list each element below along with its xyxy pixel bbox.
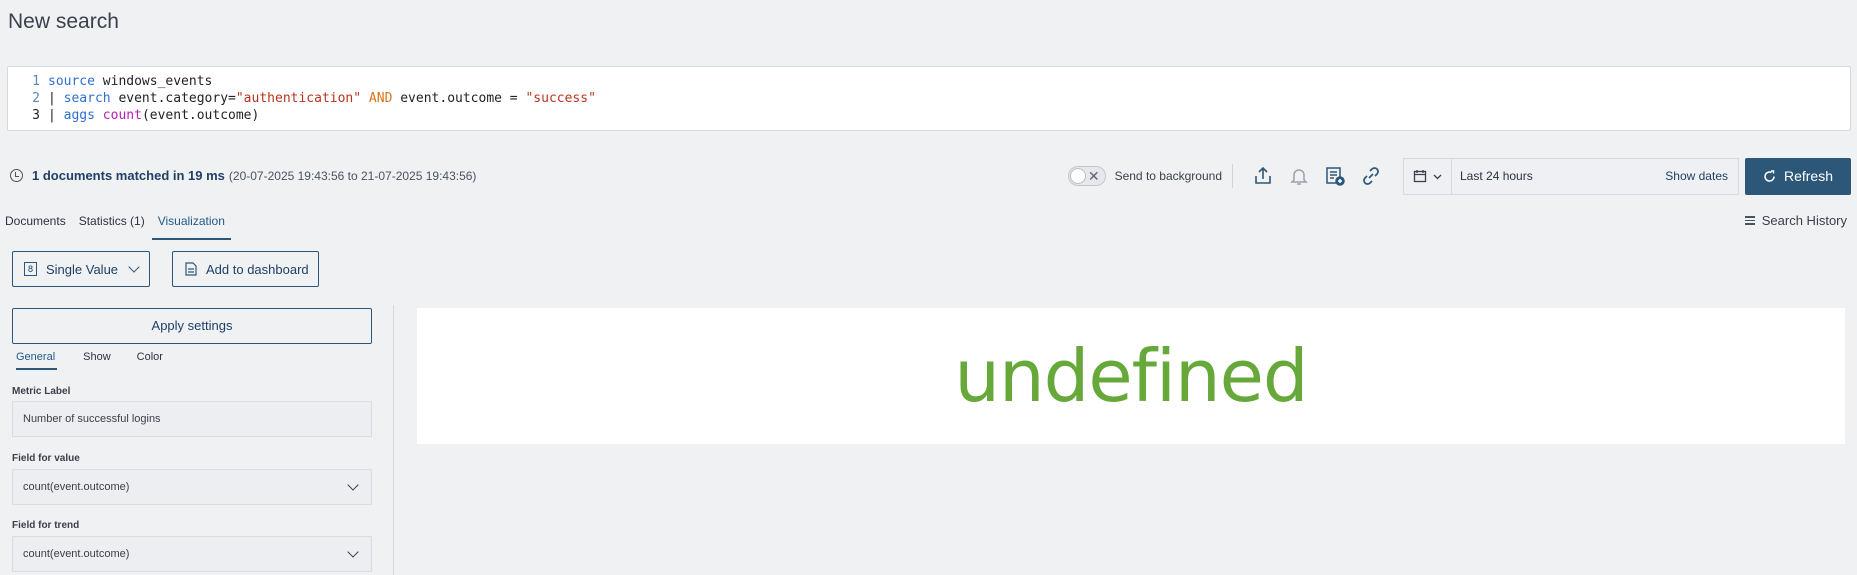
chevron-down-icon — [1433, 174, 1442, 179]
chevron-down-icon — [347, 479, 359, 491]
tab-statistics[interactable]: Statistics (1) — [79, 212, 145, 240]
show-dates-link[interactable]: Show dates — [1665, 169, 1738, 183]
trend-field-selected: count(event.outcome) — [23, 548, 130, 560]
bell-icon[interactable] — [1281, 158, 1317, 194]
refresh-button[interactable]: Refresh — [1745, 157, 1851, 195]
time-range-text: (20-07-2025 19:43:56 to 21-07-2025 19:43… — [228, 168, 477, 183]
search-toolbar: ✕ Send to background Last 24 hours Show … — [1067, 157, 1851, 195]
time-range-value[interactable]: Last 24 hours — [1452, 169, 1665, 183]
chevron-down-icon — [347, 546, 359, 558]
add-to-dashboard-button[interactable]: Add to dashboard — [172, 251, 319, 287]
code-function: count — [94, 108, 142, 123]
page-title: New search — [8, 10, 119, 33]
code-line-1: 1 source windows_events — [8, 73, 1850, 90]
metric-label-title: Metric Label — [12, 386, 71, 397]
calendar-icon — [1413, 170, 1427, 183]
matched-count: 1 documents matched in 19 ms — [32, 168, 225, 183]
panel-divider — [393, 305, 394, 575]
apply-settings-button[interactable]: Apply settings — [12, 308, 372, 344]
add-report-icon[interactable] — [1317, 158, 1353, 194]
line-number: 1 — [32, 74, 40, 89]
add-to-dashboard-label: Add to dashboard — [206, 261, 309, 277]
list-icon — [1744, 216, 1755, 225]
tab-visualization[interactable]: Visualization — [151, 212, 231, 240]
send-background-toggle[interactable]: ✕ — [1067, 166, 1106, 186]
code-operator: AND — [361, 91, 393, 106]
toggle-knob — [1069, 168, 1086, 184]
clock-icon — [10, 169, 23, 182]
single-value-panel: undefined — [417, 308, 1845, 444]
chevron-down-icon — [128, 261, 140, 273]
tab-general[interactable]: General — [16, 351, 58, 370]
document-icon — [185, 262, 197, 276]
toolbar-divider — [1232, 164, 1233, 188]
value-field-title: Field for value — [12, 453, 80, 464]
code-line-2: 2 | search event.category= "authenticati… — [8, 90, 1850, 107]
code-keyword: source — [48, 74, 95, 89]
date-picker[interactable]: Last 24 hours Show dates — [1403, 157, 1739, 195]
close-icon: ✕ — [1087, 168, 1100, 184]
send-background-label: Send to background — [1114, 169, 1222, 183]
tab-color[interactable]: Color — [137, 351, 163, 370]
metric-label-input[interactable]: Number of successful logins — [12, 401, 372, 437]
code-text: event.category= — [110, 91, 236, 106]
code-string: "authentication" — [235, 91, 362, 106]
value-field-select[interactable]: count(event.outcome) — [12, 469, 372, 505]
trend-field-select[interactable]: count(event.outcome) — [12, 536, 372, 572]
code-line-3: 3 | aggs count (event.outcome) — [8, 107, 1850, 124]
line-number: 2 — [32, 91, 40, 106]
search-history-button[interactable]: Search History — [1744, 213, 1847, 228]
code-text: windows_events — [94, 74, 213, 89]
single-value-icon: 8 — [24, 262, 37, 276]
visualization-type-dropdown[interactable]: 8 Single Value — [12, 251, 150, 287]
code-string: "success" — [525, 91, 596, 106]
value-field-selected: count(event.outcome) — [23, 481, 130, 493]
link-icon[interactable] — [1353, 158, 1389, 194]
export-icon[interactable] — [1245, 158, 1281, 194]
result-status: 1 documents matched in 19 ms (20-07-2025… — [10, 168, 476, 183]
settings-tabs: General Show Color — [16, 351, 189, 370]
code-keyword: search — [63, 91, 111, 106]
visualization-type-label: Single Value — [46, 261, 119, 277]
result-tabs: Documents Statistics (1) Visualization — [5, 212, 244, 240]
code-pipe: | — [48, 91, 64, 106]
refresh-icon — [1764, 169, 1775, 182]
code-pipe: | — [48, 108, 64, 123]
tab-documents[interactable]: Documents — [5, 212, 66, 240]
search-history-label: Search History — [1761, 213, 1847, 228]
trend-field-title: Field for trend — [12, 520, 80, 531]
calendar-dropdown[interactable] — [1404, 158, 1452, 194]
code-text: event.outcome = — [392, 91, 526, 106]
code-keyword: aggs — [63, 108, 95, 123]
tab-show[interactable]: Show — [83, 351, 111, 370]
single-value-result: undefined — [954, 334, 1308, 418]
code-text: (event.outcome) — [141, 108, 260, 123]
query-editor[interactable]: 1 source windows_events 2 | search event… — [7, 66, 1851, 131]
refresh-label: Refresh — [1783, 168, 1834, 184]
line-number: 3 — [32, 108, 40, 123]
